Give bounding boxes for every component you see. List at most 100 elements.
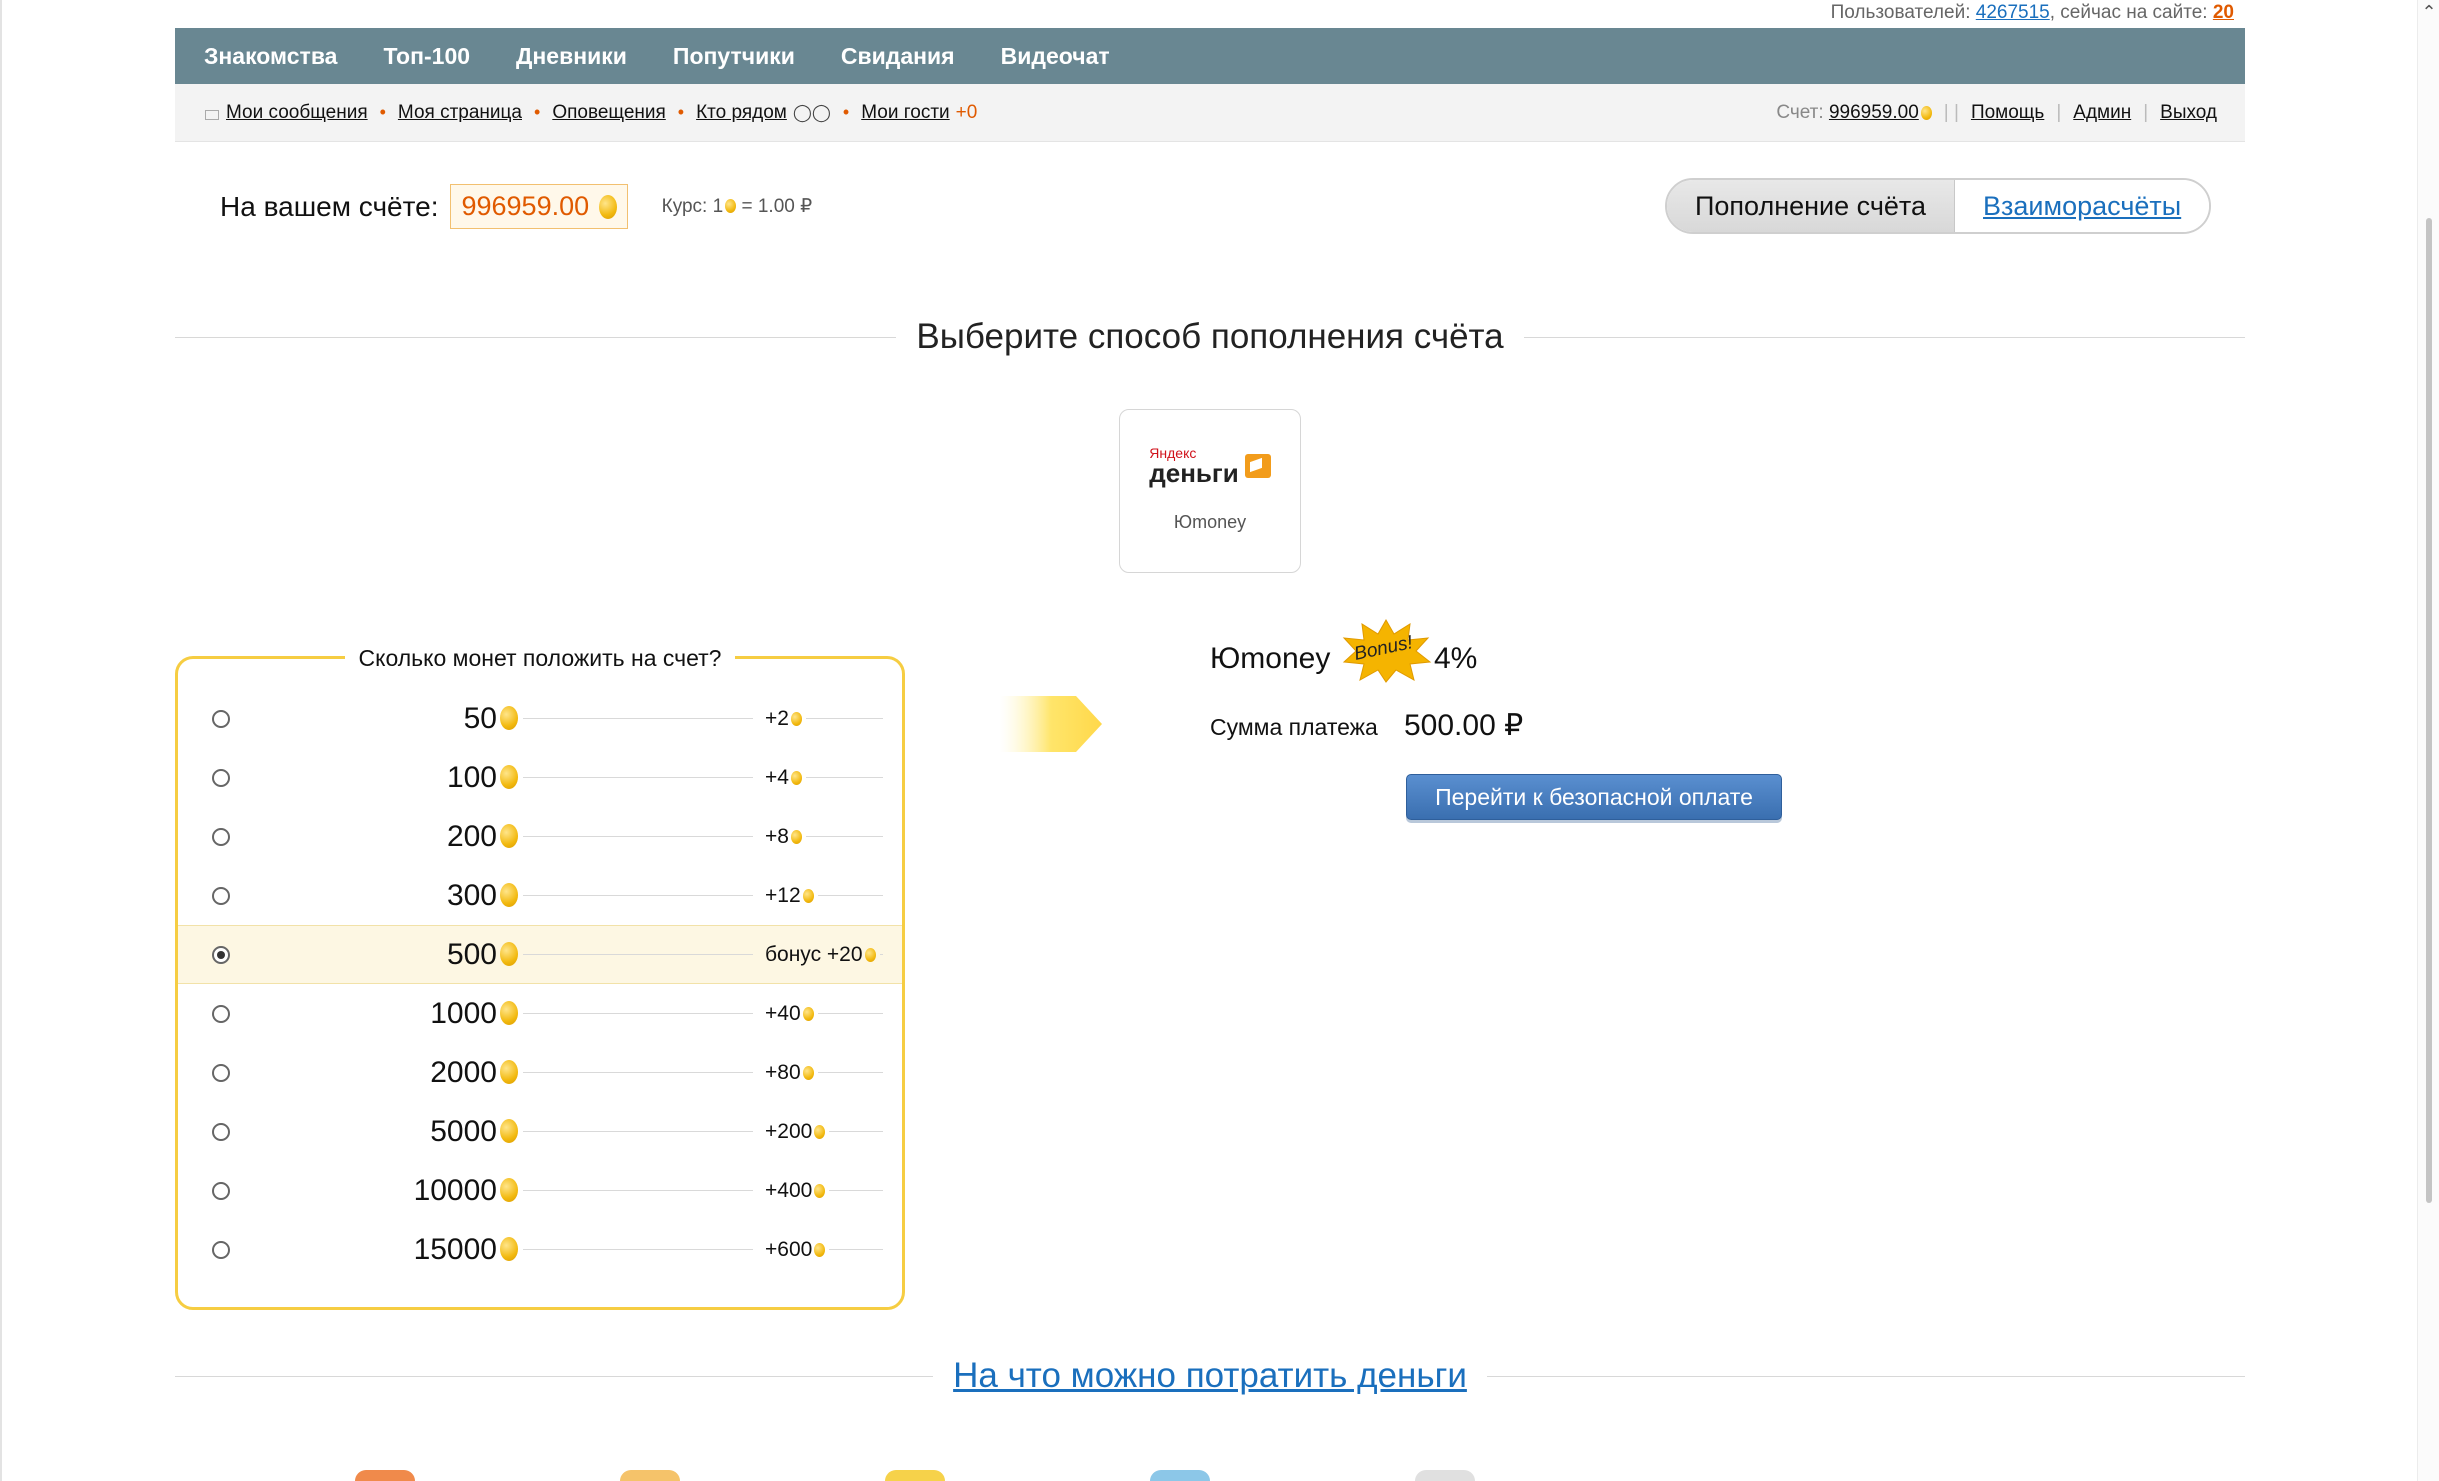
- guests-count: +0: [955, 101, 978, 123]
- site-stats: Пользователей: 4267515, сейчас на сайте:…: [1830, 2, 2234, 23]
- amount-option[interactable]: 200 +8: [178, 807, 902, 866]
- amount-value: 50: [463, 701, 497, 735]
- amount-radio[interactable]: [212, 886, 230, 905]
- vertical-scrollbar[interactable]: ⌃: [2417, 0, 2439, 1481]
- amount-option[interactable]: 300 +12: [178, 866, 902, 925]
- amount-value: 100: [446, 760, 497, 794]
- amount-radio[interactable]: [212, 1181, 230, 1200]
- amount-option[interactable]: 10000 +400: [178, 1161, 902, 1220]
- choose-method-title: Выберите способ пополнения счёта: [916, 317, 1504, 356]
- online-count-link[interactable]: 20: [2213, 2, 2234, 23]
- logout-link[interactable]: Выход: [2160, 102, 2217, 124]
- leader-line: [523, 836, 883, 837]
- nav-top100[interactable]: Топ-100: [383, 43, 470, 70]
- balance-value: 996959.00: [450, 184, 628, 229]
- amount-value: 15000: [413, 1232, 497, 1266]
- separator-dot: •: [842, 102, 850, 122]
- account-balance-link[interactable]: 996959.00: [1829, 102, 1919, 124]
- coin-icon: [498, 706, 518, 731]
- nav-dates[interactable]: Свидания: [841, 43, 955, 70]
- coin-icon: [790, 829, 802, 844]
- scrollbar-thumb[interactable]: [2426, 218, 2432, 1203]
- amount-bonus: +400: [753, 1178, 830, 1203]
- amount-radio[interactable]: [212, 945, 230, 964]
- feature-icon[interactable]: [885, 1470, 945, 1481]
- users-count-link[interactable]: 4267515: [1976, 2, 2050, 23]
- amount-radio[interactable]: [212, 1240, 230, 1259]
- coin-icon: [725, 199, 737, 213]
- coin-icon: [498, 1237, 518, 1262]
- coin-icon: [802, 888, 814, 903]
- my-messages-link[interactable]: Мои сообщения: [226, 102, 368, 124]
- amount-bonus: +4: [753, 765, 806, 790]
- admin-link[interactable]: Админ: [2073, 102, 2131, 124]
- leader-line: [523, 718, 883, 719]
- leader-line: [523, 1072, 883, 1073]
- amount-option[interactable]: 15000 +600: [178, 1220, 902, 1279]
- amount-value: 2000: [430, 1055, 497, 1089]
- feature-icon[interactable]: [1415, 1470, 1475, 1481]
- coin-icon: [1920, 106, 1932, 120]
- main-navigation: Знакомства Топ-100 Дневники Попутчики Св…: [175, 28, 2245, 84]
- nav-travel-companions[interactable]: Попутчики: [673, 43, 795, 70]
- separator-dot: •: [379, 102, 386, 122]
- account-menu: Счет: 996959.00 | | Помощь | Админ | Вых…: [1776, 84, 2217, 142]
- feature-icon[interactable]: [1150, 1470, 1210, 1481]
- amount-radio[interactable]: [212, 1004, 230, 1023]
- bonus-badge: Bonus!: [1340, 618, 1432, 684]
- my-page-link[interactable]: Моя страница: [398, 102, 522, 124]
- amount-radio[interactable]: [212, 709, 230, 728]
- balance-label: На вашем счёте:: [220, 190, 439, 222]
- feature-icon[interactable]: [355, 1470, 415, 1481]
- arrow-right-icon: [1000, 696, 1102, 752]
- amount-bonus: +2: [753, 706, 806, 731]
- payment-method-yoomoney[interactable]: Яндекс деньги Юmoney: [1119, 409, 1301, 573]
- choose-method-heading: Выберите способ пополнения счёта: [175, 317, 2246, 357]
- coin-icon: [864, 947, 876, 962]
- my-guests-link[interactable]: Мои гости: [861, 102, 949, 124]
- tab-topup[interactable]: Пополнение счёта: [1667, 180, 1956, 232]
- nearby-link[interactable]: Кто рядом: [696, 102, 787, 124]
- feature-icon[interactable]: [620, 1470, 680, 1481]
- amount-selector: Сколько монет положить на счет? 50 +2 100 +…: [175, 645, 905, 1310]
- amount-option[interactable]: 1000 +40: [178, 984, 902, 1043]
- coin-icon: [498, 765, 518, 790]
- yandex-money-logo: Яндекс деньги: [1120, 442, 1300, 490]
- help-link[interactable]: Помощь: [1971, 102, 2044, 124]
- envelope-icon: [205, 109, 219, 120]
- balance-row: На вашем счёте: 996959.00 Курс: 1 = 1.00…: [220, 184, 812, 229]
- exchange-rate: Курс: 1 = 1.00 ₽: [661, 196, 813, 217]
- coin-icon: [814, 1124, 826, 1139]
- leader-line: [523, 895, 883, 896]
- sum-value: 500.00 ₽: [1404, 709, 1524, 742]
- coin-icon: [498, 1178, 518, 1203]
- account-tabs: Пополнение счёта Взаиморасчёты: [1665, 178, 2212, 234]
- amount-option[interactable]: 100 +4: [178, 748, 902, 807]
- amount-option[interactable]: 5000 +200: [178, 1102, 902, 1161]
- amount-value: 200: [446, 819, 497, 853]
- nav-videochat[interactable]: Видеочат: [1001, 43, 1110, 70]
- coin-icon: [790, 711, 802, 726]
- coin-icon: [598, 195, 617, 219]
- spend-heading: На что можно потратить деньги: [175, 1356, 2245, 1396]
- amount-radio[interactable]: [212, 1063, 230, 1082]
- coin-icon: [498, 942, 518, 967]
- nav-dating[interactable]: Знакомства: [204, 43, 337, 70]
- amount-option[interactable]: 50 +2: [178, 689, 902, 748]
- amount-option[interactable]: 500 бонус +20: [178, 925, 902, 984]
- separator: |: [2143, 102, 2149, 123]
- coin-icon: [498, 1001, 518, 1026]
- tab-settlements[interactable]: Взаиморасчёты: [1955, 180, 2210, 232]
- amount-radio[interactable]: [212, 827, 230, 846]
- secure-payment-button[interactable]: Перейти к безопасной оплате: [1406, 774, 1782, 820]
- nav-diaries[interactable]: Дневники: [516, 43, 627, 70]
- amount-radio[interactable]: [212, 768, 230, 787]
- leader-line: [523, 1013, 883, 1014]
- amount-option[interactable]: 2000 +80: [178, 1043, 902, 1102]
- notifications-link[interactable]: Оповещения: [552, 102, 665, 124]
- amount-radio[interactable]: [212, 1122, 230, 1141]
- amount-legend: Сколько монет положить на счет?: [178, 645, 902, 672]
- spend-money-link[interactable]: На что можно потратить деньги: [933, 1356, 1487, 1396]
- coin-icon: [802, 1065, 814, 1080]
- scroll-up-icon[interactable]: ⌃: [2418, 2, 2439, 23]
